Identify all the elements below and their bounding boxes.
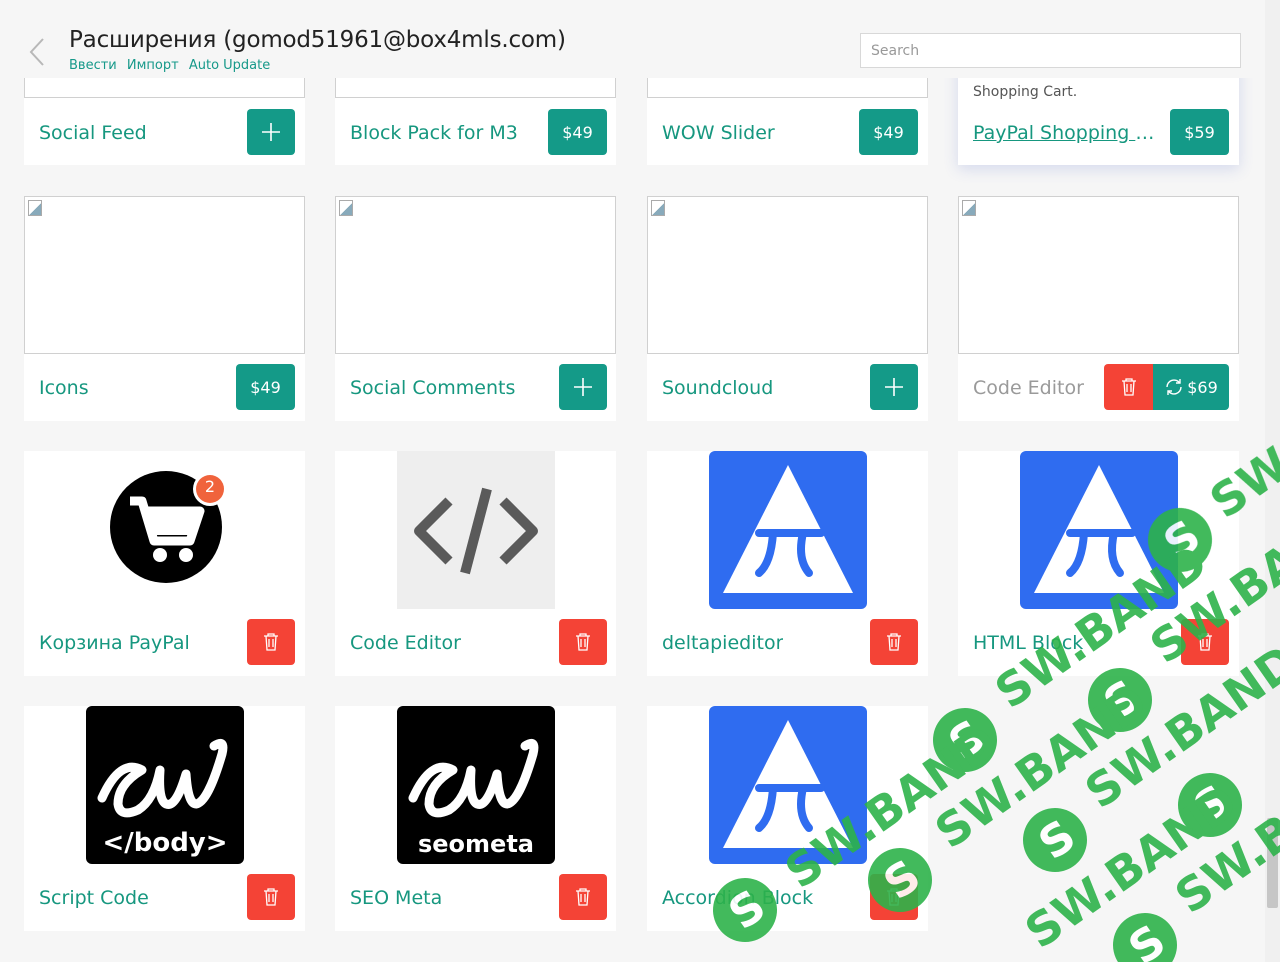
buy-button[interactable]: $49: [859, 109, 918, 155]
import-link[interactable]: Импорт: [127, 58, 179, 73]
delete-button[interactable]: [1104, 364, 1153, 410]
extension-card: Icons $49: [24, 196, 305, 421]
logo-caption: seometa: [417, 830, 534, 858]
broken-image: [335, 196, 616, 354]
svg-text:S: S: [1185, 775, 1240, 835]
extension-card: deltapieditor: [647, 451, 928, 676]
delete-button[interactable]: [559, 619, 607, 665]
plus-icon: [574, 378, 592, 396]
logo-caption: </body>: [102, 828, 228, 858]
header-links: Ввести Импорт Auto Update: [69, 58, 276, 73]
trash-icon: [887, 633, 901, 651]
extension-name[interactable]: Code Editor: [350, 632, 461, 654]
cart-badge: 2: [204, 477, 216, 496]
trash-icon: [576, 888, 590, 906]
extension-card: Accordion Block: [647, 706, 928, 931]
scrollbar[interactable]: [1265, 0, 1280, 962]
refresh-icon: [1166, 379, 1182, 395]
extension-name[interactable]: PayPal Shopping C...: [973, 122, 1163, 144]
extension-name[interactable]: Code Editor: [973, 377, 1084, 399]
scrollbar-thumb[interactable]: [1267, 818, 1278, 908]
add-button[interactable]: [870, 364, 918, 410]
cart-logo-icon: [110, 471, 227, 583]
svg-text:S: S: [1120, 915, 1175, 962]
pi-triangle-logo-icon: [709, 706, 867, 864]
add-button[interactable]: [247, 109, 295, 155]
extension-name[interactable]: deltapieditor: [662, 632, 783, 654]
svg-text:S: S: [1030, 810, 1085, 870]
update-button[interactable]: $69: [1153, 364, 1229, 410]
enter-link[interactable]: Ввести: [69, 58, 117, 73]
broken-image: [958, 196, 1239, 354]
trash-icon: [1121, 378, 1136, 396]
extension-name[interactable]: Soundcloud: [662, 377, 773, 399]
extension-card: seometa SEO Meta: [335, 706, 616, 931]
trash-icon: [576, 633, 590, 651]
extension-card: HTML Block: [958, 451, 1239, 676]
trash-icon: [264, 633, 278, 651]
pi-triangle-logo-icon: [709, 451, 867, 609]
buy-button[interactable]: $59: [1170, 109, 1229, 155]
watermark-text: SW.BAND: [925, 674, 1157, 859]
extension-name[interactable]: Social Comments: [350, 377, 515, 399]
plus-icon: [885, 378, 903, 396]
chevron-left-icon: [29, 38, 44, 66]
trash-icon: [1198, 633, 1212, 651]
extension-name[interactable]: Block Pack for M3: [350, 122, 518, 144]
pi-triangle-logo-icon: [1020, 451, 1178, 609]
svg-text:S: S: [940, 710, 995, 770]
page-title: Расширения (gomod51961@box4mls.com): [69, 27, 566, 53]
watermark-text: SW.BAND: [1015, 774, 1247, 959]
add-button[interactable]: [559, 364, 607, 410]
extension-card: Soundcloud: [647, 196, 928, 421]
ew-script-icon: [97, 738, 228, 818]
extensions-page: Social Feed Block Pack for M3 $49 WOW Sl…: [0, 0, 1280, 962]
extension-card: 2 Корзина PayPal: [24, 451, 305, 676]
search-input[interactable]: [860, 33, 1241, 68]
buy-button[interactable]: $49: [548, 109, 607, 155]
extension-name[interactable]: HTML Block: [973, 632, 1083, 654]
extension-description: Shopping Cart.: [973, 84, 1078, 100]
trash-icon: [264, 888, 278, 906]
extension-name[interactable]: SEO Meta: [350, 887, 442, 909]
broken-image: [24, 196, 305, 354]
ew-script-icon: [408, 738, 539, 818]
extension-name[interactable]: Icons: [39, 377, 89, 399]
extension-name[interactable]: Accordion Block: [662, 887, 813, 909]
ew-body-logo: </body>: [86, 706, 244, 864]
delete-button[interactable]: [247, 874, 295, 920]
delete-button[interactable]: [247, 619, 295, 665]
broken-image: [647, 196, 928, 354]
extension-name[interactable]: Корзина PayPal: [39, 632, 190, 654]
page-header: Расширения (gomod51961@box4mls.com) Ввес…: [0, 0, 1265, 78]
extension-card: Code Editor $69: [958, 196, 1239, 421]
extension-card: Code Editor: [335, 451, 616, 676]
trash-icon: [887, 888, 901, 906]
watermark-text: SW.BAND: [1165, 739, 1280, 924]
extension-card: Social Comments: [335, 196, 616, 421]
auto-update-link[interactable]: Auto Update: [189, 58, 270, 73]
ew-seometa-logo: seometa: [397, 706, 555, 864]
delete-button[interactable]: [1181, 619, 1229, 665]
svg-text:S: S: [1095, 670, 1150, 730]
extension-name[interactable]: Social Feed: [39, 122, 147, 144]
extension-card: </body> Script Code: [24, 706, 305, 931]
plus-icon: [262, 123, 280, 141]
code-brackets-icon: [397, 451, 555, 609]
delete-button[interactable]: [559, 874, 607, 920]
extension-name[interactable]: Script Code: [39, 887, 149, 909]
delete-button[interactable]: [870, 619, 918, 665]
back-button[interactable]: [26, 36, 48, 68]
update-price: $69: [1187, 377, 1218, 397]
extension-name[interactable]: WOW Slider: [662, 122, 775, 144]
buy-button[interactable]: $49: [236, 364, 295, 410]
delete-button[interactable]: [870, 874, 918, 920]
